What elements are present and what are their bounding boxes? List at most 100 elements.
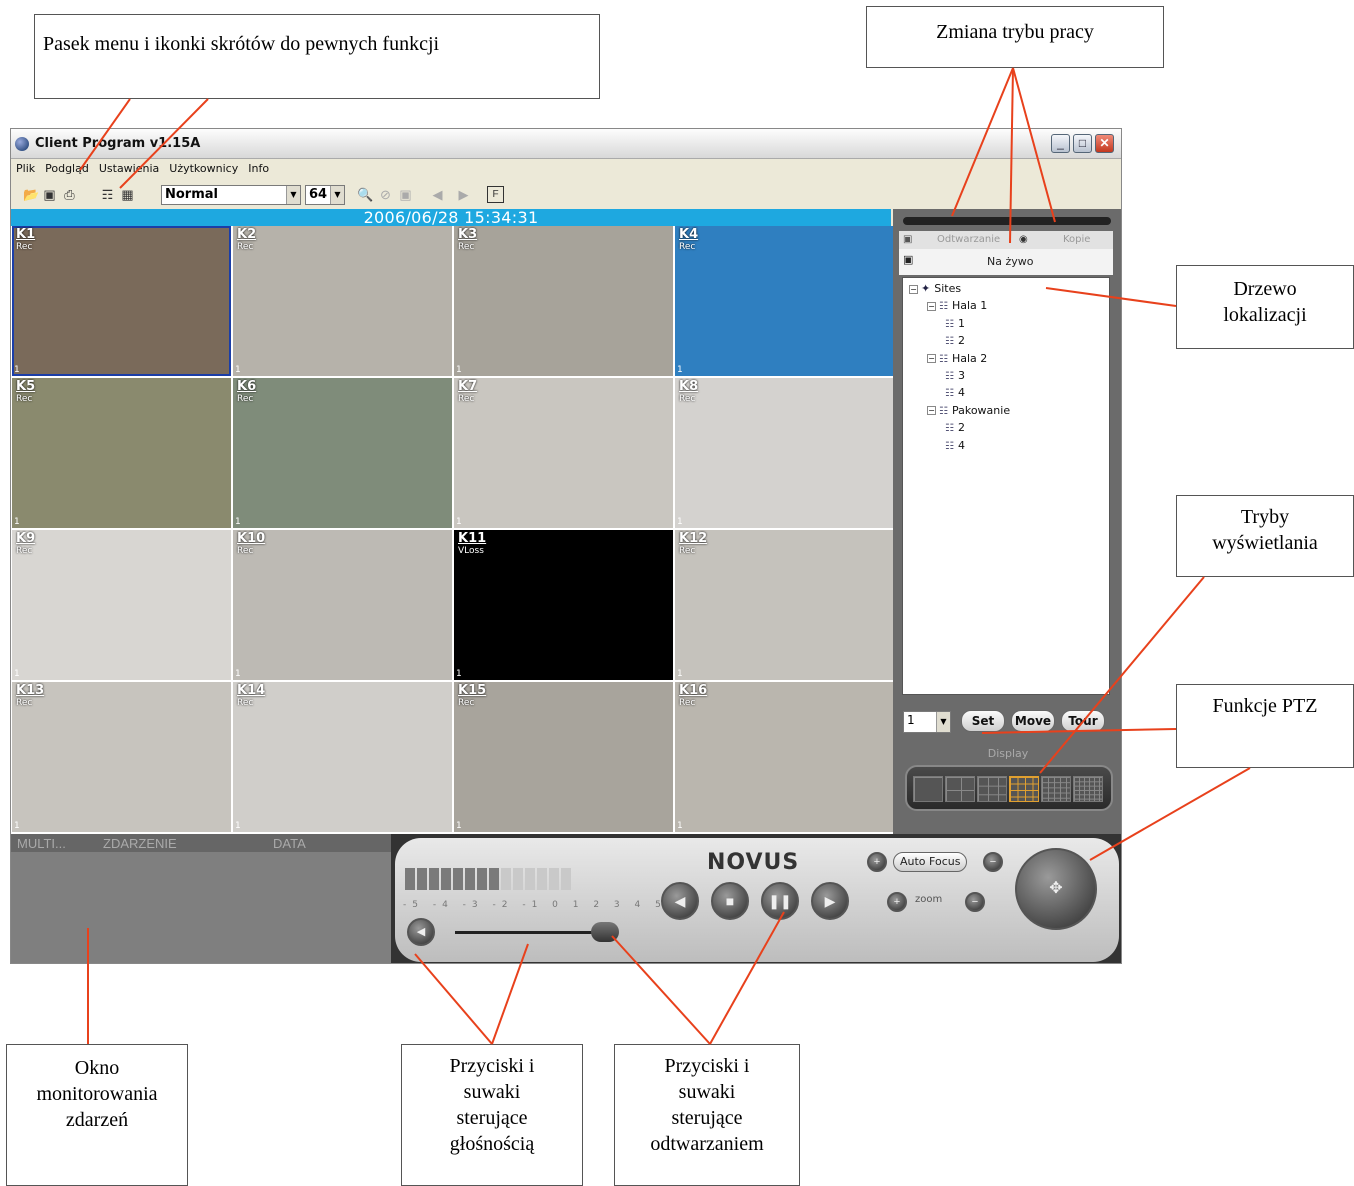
tree-node-label: Sites	[934, 282, 962, 295]
focus-plus-button[interactable]: +	[867, 852, 887, 872]
volume-meter-bar	[405, 868, 415, 890]
camera-tile[interactable]: K7 Rec 1	[454, 378, 673, 528]
camera-label: K14	[237, 683, 266, 698]
ptz-tour-button[interactable]: Tour	[1061, 710, 1105, 732]
volume-slider-track[interactable]	[455, 931, 605, 934]
print-icon[interactable]: ⎙	[61, 186, 78, 203]
count-select[interactable]: 64 ▼	[305, 185, 345, 205]
calculator-icon[interactable]: ▦	[119, 186, 136, 203]
camera-tile[interactable]: K16 Rec 1	[675, 682, 894, 832]
menu-plik[interactable]: Plik	[11, 160, 40, 175]
menu-ustawienia[interactable]: Ustawienia	[94, 160, 164, 175]
camera-icon: ☷	[945, 423, 954, 435]
tree-site[interactable]: − ☷ Pakowanie	[927, 404, 1010, 417]
stop-button[interactable]: ■	[711, 882, 749, 920]
col-date[interactable]: DATA	[273, 836, 306, 851]
camera-tile[interactable]: K13 Rec 1	[12, 682, 231, 832]
tree-camera[interactable]: ☷ 2	[945, 334, 965, 347]
collapse-icon[interactable]: −	[909, 284, 918, 294]
collapse-icon[interactable]: −	[927, 354, 936, 364]
tree-camera[interactable]: ☷ 2	[945, 421, 965, 434]
tab-backup[interactable]: Kopie	[1063, 234, 1090, 245]
collapse-icon[interactable]: −	[927, 301, 936, 311]
next-icon[interactable]: ▶	[455, 186, 472, 203]
open-icon[interactable]: 📂	[23, 186, 40, 203]
close-button[interactable]: ✕	[1095, 134, 1114, 153]
tree-camera[interactable]: ☷ 3	[945, 369, 965, 382]
minimize-button[interactable]: _	[1051, 134, 1070, 153]
camera-channel: 1	[14, 517, 20, 527]
display-mode-4x4[interactable]	[1009, 776, 1039, 802]
play-button[interactable]: ▶	[811, 882, 849, 920]
novus-logo: NOVUS	[707, 850, 800, 875]
mode-switch-bar[interactable]	[903, 217, 1111, 225]
rewind-button[interactable]: ◀	[661, 882, 699, 920]
camera-tile[interactable]: K4 Rec 1	[675, 226, 894, 376]
camera-status: Rec	[458, 394, 475, 404]
tree-camera[interactable]: ☷ 1	[945, 317, 965, 330]
display-mode-6x6[interactable]	[1073, 776, 1103, 802]
volume-meter-bar	[417, 868, 427, 890]
mode-select[interactable]: Normal ▼	[161, 185, 301, 205]
camera-tile[interactable]: K14 Rec 1	[233, 682, 452, 832]
camera-label: K8	[679, 379, 699, 394]
search-icon[interactable]: 🔍	[357, 186, 374, 203]
camera-status: Rec	[679, 242, 696, 252]
site-icon: ☷	[939, 353, 948, 365]
tree-root[interactable]: − ✦ Sites	[909, 282, 961, 295]
camera-status: Rec	[679, 546, 696, 556]
camera-tile[interactable]: K15 Rec 1	[454, 682, 673, 832]
tree-camera[interactable]: ☷ 4	[945, 439, 965, 452]
camera-tile[interactable]: K12 Rec 1	[675, 530, 894, 680]
camera-grid: K1 Rec 1 K2 Rec 1 K3 Rec 1 K4 Rec 1 K5 Rec 1 K6 Rec 1 K7 Re…	[11, 226, 894, 834]
collapse-icon[interactable]: −	[927, 406, 936, 416]
menu-info[interactable]: Info	[243, 160, 274, 175]
zoom-plus-button[interactable]: +	[887, 892, 907, 912]
camera-status: VLoss	[458, 546, 484, 556]
camera-tile[interactable]: K11 VLoss 1	[454, 530, 673, 680]
book-icon[interactable]: ☶	[99, 186, 116, 203]
tree-site[interactable]: − ☷ Hala 2	[927, 352, 987, 365]
ptz-move-button[interactable]: Move	[1011, 710, 1055, 732]
camera-channel: 1	[14, 821, 20, 831]
menu-podglad[interactable]: Podgląd	[40, 160, 94, 175]
camera-channel: 1	[677, 517, 683, 527]
tree-site[interactable]: − ☷ Hala 1	[927, 299, 987, 312]
ptz-set-button[interactable]: Set	[961, 710, 1005, 732]
col-multi[interactable]: MULTI...	[17, 836, 66, 851]
camera-tile[interactable]: K9 Rec 1	[12, 530, 231, 680]
tree-camera[interactable]: ☷ 4	[945, 386, 965, 399]
camera-tile[interactable]: K8 Rec 1	[675, 378, 894, 528]
zoom-minus-button[interactable]: −	[965, 892, 985, 912]
fullscreen-icon[interactable]: F	[487, 186, 504, 203]
camera-tile[interactable]: K5 Rec 1	[12, 378, 231, 528]
ptz-preset-value: 1	[907, 713, 915, 727]
tab-live[interactable]: ▣ Na żywo	[899, 249, 1113, 275]
maximize-button[interactable]: □	[1073, 134, 1092, 153]
prev-icon[interactable]: ◀	[429, 186, 446, 203]
ptz-preset-select[interactable]: 1 ▼	[903, 711, 951, 733]
camera-tile[interactable]: K6 Rec 1	[233, 378, 452, 528]
camera-tile[interactable]: K10 Rec 1	[233, 530, 452, 680]
ptz-direction-pad[interactable]: ✥	[1015, 848, 1097, 930]
pause-button[interactable]: ❚❚	[761, 882, 799, 920]
menu-uzytkownicy[interactable]: Użytkownicy	[164, 160, 243, 175]
camera-tile[interactable]: K3 Rec 1	[454, 226, 673, 376]
event-monitor: MULTI... ZDARZENIE DATA	[11, 834, 391, 963]
camera-tile[interactable]: K2 Rec 1	[233, 226, 452, 376]
col-event[interactable]: ZDARZENIE	[103, 836, 177, 851]
display-mode-5x5[interactable]	[1041, 776, 1071, 802]
tree-node-label: 2	[957, 334, 965, 348]
volume-slider-thumb[interactable]	[591, 922, 619, 942]
stop-icon[interactable]: ⊘	[377, 186, 394, 203]
speaker-icon[interactable]: ◀	[407, 918, 435, 946]
camera-tile[interactable]: K1 Rec 1	[12, 226, 231, 376]
display-mode-2x2[interactable]	[945, 776, 975, 802]
tab-playback[interactable]: Odtwarzanie	[937, 234, 1000, 245]
display-mode-1x1[interactable]	[913, 776, 943, 802]
display-mode-3x3[interactable]	[977, 776, 1007, 802]
auto-focus-button[interactable]: Auto Focus	[893, 852, 968, 872]
focus-minus-button[interactable]: −	[983, 852, 1003, 872]
export-icon[interactable]: ▣	[397, 186, 414, 203]
save-icon[interactable]: ▣	[41, 186, 58, 203]
